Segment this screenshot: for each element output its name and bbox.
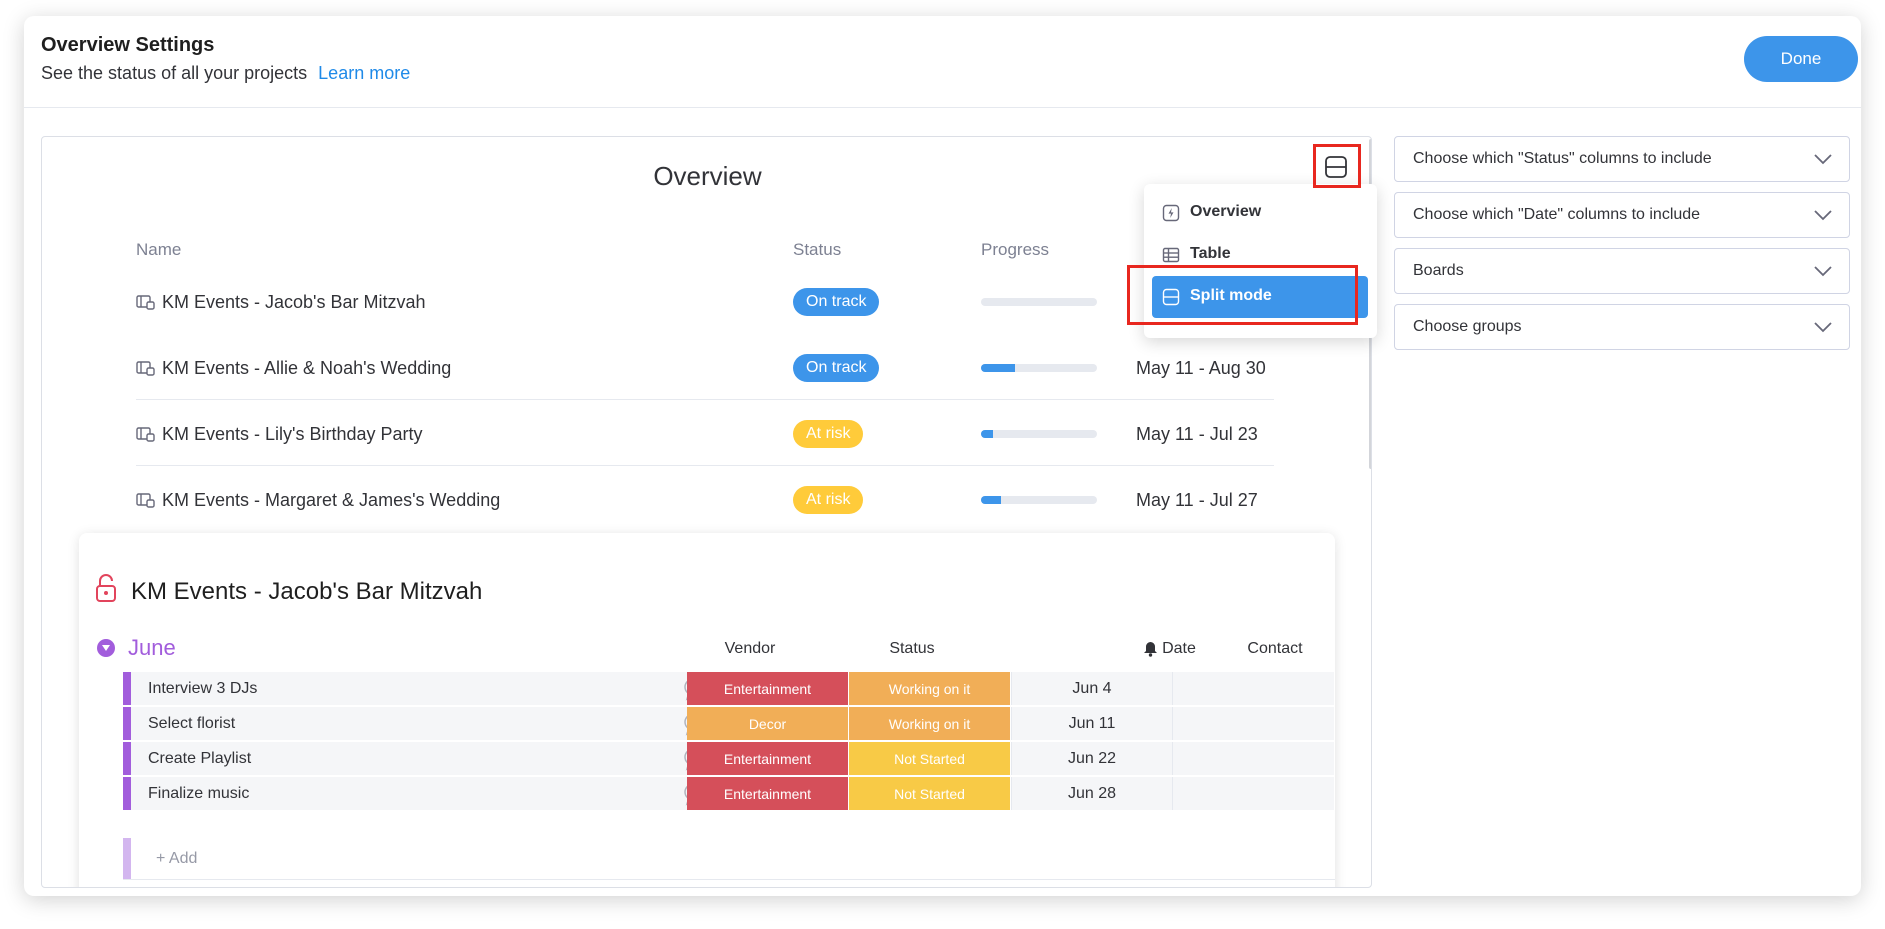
chevron-down-icon bbox=[1814, 210, 1832, 221]
vendor-cell[interactable]: Entertainment bbox=[687, 777, 849, 810]
item-name[interactable]: Finalize music bbox=[148, 785, 249, 803]
add-item-label[interactable]: + Add bbox=[156, 850, 197, 868]
status-badge: At risk bbox=[793, 420, 864, 448]
project-row[interactable]: KM Events - Margaret & James's Wedding At… bbox=[136, 466, 1274, 532]
contact-cell[interactable] bbox=[1173, 742, 1335, 775]
item-name[interactable]: Create Playlist bbox=[148, 750, 251, 768]
date-cell[interactable]: Jun 4 bbox=[1011, 672, 1173, 705]
chevron-down-icon bbox=[1814, 266, 1832, 277]
view-option-label: Overview bbox=[1190, 203, 1262, 220]
contact-cell[interactable] bbox=[1173, 777, 1335, 810]
progress-bar bbox=[981, 364, 1097, 372]
project-timeline: May 11 - Jul 27 bbox=[1136, 490, 1258, 510]
table-row[interactable]: Create Playlist Entertainment Not Started J… bbox=[123, 742, 1335, 776]
item-name[interactable]: Select florist bbox=[148, 715, 235, 733]
progress-bar bbox=[981, 496, 1097, 504]
status-badge: On track bbox=[793, 354, 880, 382]
progress-fill bbox=[981, 364, 1015, 372]
project-row[interactable]: KM Events - Allie & Noah's Wedding On tra… bbox=[136, 334, 1274, 400]
learn-more-link[interactable]: Learn more bbox=[318, 63, 410, 83]
project-timeline: May 11 - Jul 23 bbox=[1136, 424, 1258, 444]
settings-accordion-1[interactable]: Choose which "Date" columns to include bbox=[1394, 192, 1850, 238]
progress-fill bbox=[981, 430, 993, 438]
progress-fill bbox=[981, 496, 1001, 504]
settings-accordion-3[interactable]: Choose groups bbox=[1394, 304, 1850, 350]
date-cell[interactable]: Jun 28 bbox=[1011, 777, 1173, 810]
table-row[interactable]: Finalize music Entertainment Not Started Ju… bbox=[123, 777, 1335, 811]
progress-bar bbox=[981, 430, 1097, 438]
date-cell[interactable]: Jun 11 bbox=[1011, 707, 1173, 740]
project-name[interactable]: KM Events - Allie & Noah's Wedding bbox=[162, 358, 451, 379]
project-row[interactable]: KM Events - Jacob's Bar Mitzvah On track bbox=[136, 268, 1274, 334]
highlight-toggle bbox=[1313, 144, 1361, 188]
group-color-bar bbox=[123, 672, 131, 705]
board-icon bbox=[136, 295, 155, 310]
table-header-contact: Contact bbox=[1247, 640, 1303, 657]
board-split-panel: KM Events - Jacob's Bar Mitzvah June Ven… bbox=[79, 533, 1335, 887]
lock-icon bbox=[96, 574, 116, 602]
overview-settings-modal: Overview Settings See the status of all … bbox=[24, 16, 1861, 896]
group-color-bar bbox=[123, 777, 131, 810]
item-name[interactable]: Interview 3 DJs bbox=[148, 680, 257, 698]
group-collapse-icon[interactable] bbox=[97, 639, 115, 657]
vendor-cell[interactable]: Entertainment bbox=[687, 742, 849, 775]
board-icon bbox=[136, 361, 155, 376]
status-badge: At risk bbox=[793, 486, 864, 514]
table-row[interactable]: Select florist Decor Working on it Jun 11 bbox=[123, 707, 1335, 741]
project-name[interactable]: KM Events - Lily's Birthday Party bbox=[162, 424, 423, 445]
chevron-down-icon bbox=[1814, 154, 1832, 165]
settings-accordion-label: Choose which "Date" columns to include bbox=[1413, 206, 1701, 223]
project-name[interactable]: KM Events - Jacob's Bar Mitzvah bbox=[162, 292, 426, 313]
chevron-down-icon bbox=[1814, 322, 1832, 333]
group-color-bar bbox=[123, 838, 131, 879]
group-title[interactable]: June bbox=[128, 635, 176, 661]
modal-title: Overview Settings bbox=[41, 34, 215, 56]
settings-accordion-label: Choose which "Status" columns to include bbox=[1413, 150, 1712, 167]
project-name[interactable]: KM Events - Margaret & James's Wedding bbox=[162, 490, 500, 511]
progress-bar bbox=[981, 298, 1097, 306]
column-header-progress: Progress bbox=[981, 240, 1050, 259]
settings-accordion-2[interactable]: Boards bbox=[1394, 248, 1850, 294]
settings-accordion-0[interactable]: Choose which "Status" columns to include bbox=[1394, 136, 1850, 182]
status-cell[interactable]: Working on it bbox=[849, 672, 1011, 705]
modal-subtitle: See the status of all your projects Lear… bbox=[41, 63, 410, 84]
view-option-label: Table bbox=[1190, 245, 1231, 262]
contact-cell[interactable] bbox=[1173, 672, 1335, 705]
status-badge: On track bbox=[793, 288, 880, 316]
group-color-bar bbox=[123, 742, 131, 775]
status-cell[interactable]: Not Started bbox=[849, 742, 1011, 775]
table-icon bbox=[1162, 247, 1180, 263]
board-title: KM Events - Jacob's Bar Mitzvah bbox=[131, 578, 483, 605]
board-icon bbox=[136, 493, 155, 508]
table-header-status: Status bbox=[889, 640, 935, 657]
view-option-overview[interactable]: Overview bbox=[1152, 192, 1368, 234]
overview-icon bbox=[1162, 204, 1180, 222]
highlight-split-mode bbox=[1127, 265, 1358, 325]
modal-header: Overview Settings See the status of all … bbox=[24, 16, 1861, 108]
settings-accordion-label: Boards bbox=[1413, 262, 1464, 279]
date-cell[interactable]: Jun 22 bbox=[1011, 742, 1173, 775]
add-item-row[interactable]: + Add bbox=[123, 838, 1335, 880]
table-header-vendor: Vendor bbox=[724, 640, 776, 657]
status-cell[interactable]: Not Started bbox=[849, 777, 1011, 810]
column-header-status: Status bbox=[793, 240, 842, 259]
table-row[interactable]: Interview 3 DJs Entertainment Working on i… bbox=[123, 672, 1335, 706]
contact-cell[interactable] bbox=[1173, 707, 1335, 740]
project-timeline: May 11 - Aug 30 bbox=[1136, 358, 1266, 378]
subtitle-text: See the status of all your projects bbox=[41, 63, 308, 83]
project-row[interactable]: KM Events - Lily's Birthday Party At risk… bbox=[136, 400, 1274, 466]
table-header-date: Date bbox=[1162, 640, 1196, 657]
group-color-bar bbox=[123, 707, 131, 740]
vendor-cell[interactable]: Decor bbox=[687, 707, 849, 740]
settings-accordion-label: Choose groups bbox=[1413, 318, 1522, 335]
vendor-cell[interactable]: Entertainment bbox=[687, 672, 849, 705]
board-icon bbox=[136, 427, 155, 442]
status-cell[interactable]: Working on it bbox=[849, 707, 1011, 740]
column-header-name: Name bbox=[136, 240, 182, 259]
done-button[interactable]: Done bbox=[1744, 36, 1858, 82]
